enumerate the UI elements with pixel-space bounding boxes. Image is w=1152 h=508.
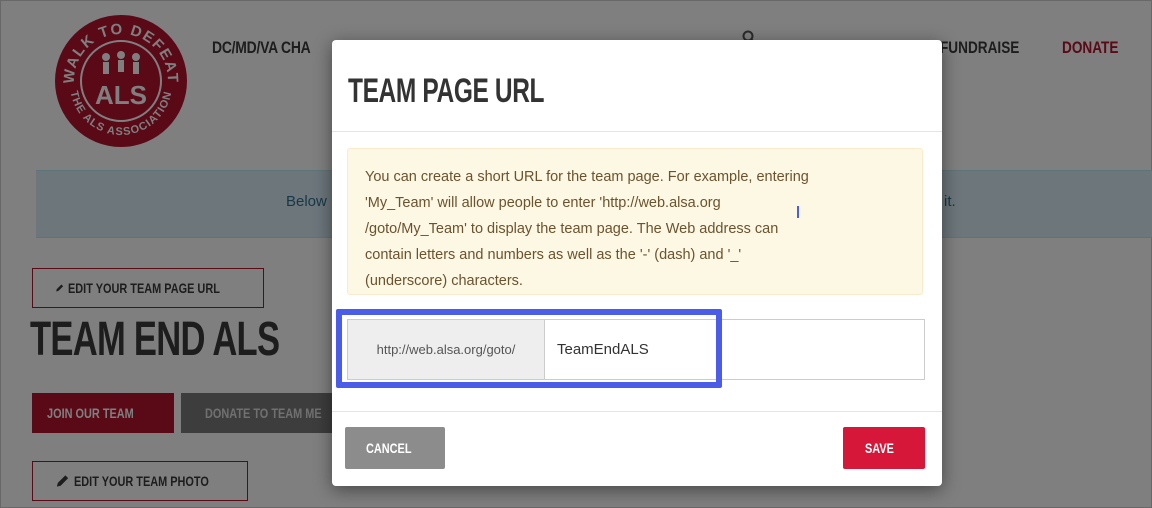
help-text-line: /goto/My_Team' to display the team page.… [365,221,779,237]
save-button[interactable]: SAVE [843,427,925,469]
team-page-url-modal: TEAM PAGE URL You can create a short URL… [332,40,942,486]
save-label: SAVE [865,440,895,456]
modal-title: TEAM PAGE URL [348,72,545,110]
help-text-line: You can create a short URL for the team … [365,169,809,185]
help-text-line: (underscore) characters. [365,273,523,289]
help-text-line: contain letters and numbers as well as t… [365,247,742,263]
team-url-input-group: http://web.alsa.org/goto/ [347,319,925,380]
modal-footer-divider [332,411,942,412]
team-url-input[interactable] [545,320,924,379]
cancel-label: CANCEL [365,440,412,456]
text-cursor-icon [797,206,799,218]
help-text-line: 'My_Team' will allow people to enter 'ht… [365,195,721,211]
modal-divider [332,131,942,132]
help-text-box: You can create a short URL for the team … [347,148,923,295]
cancel-button[interactable]: CANCEL [345,427,445,469]
url-prefix: http://web.alsa.org/goto/ [348,320,545,379]
